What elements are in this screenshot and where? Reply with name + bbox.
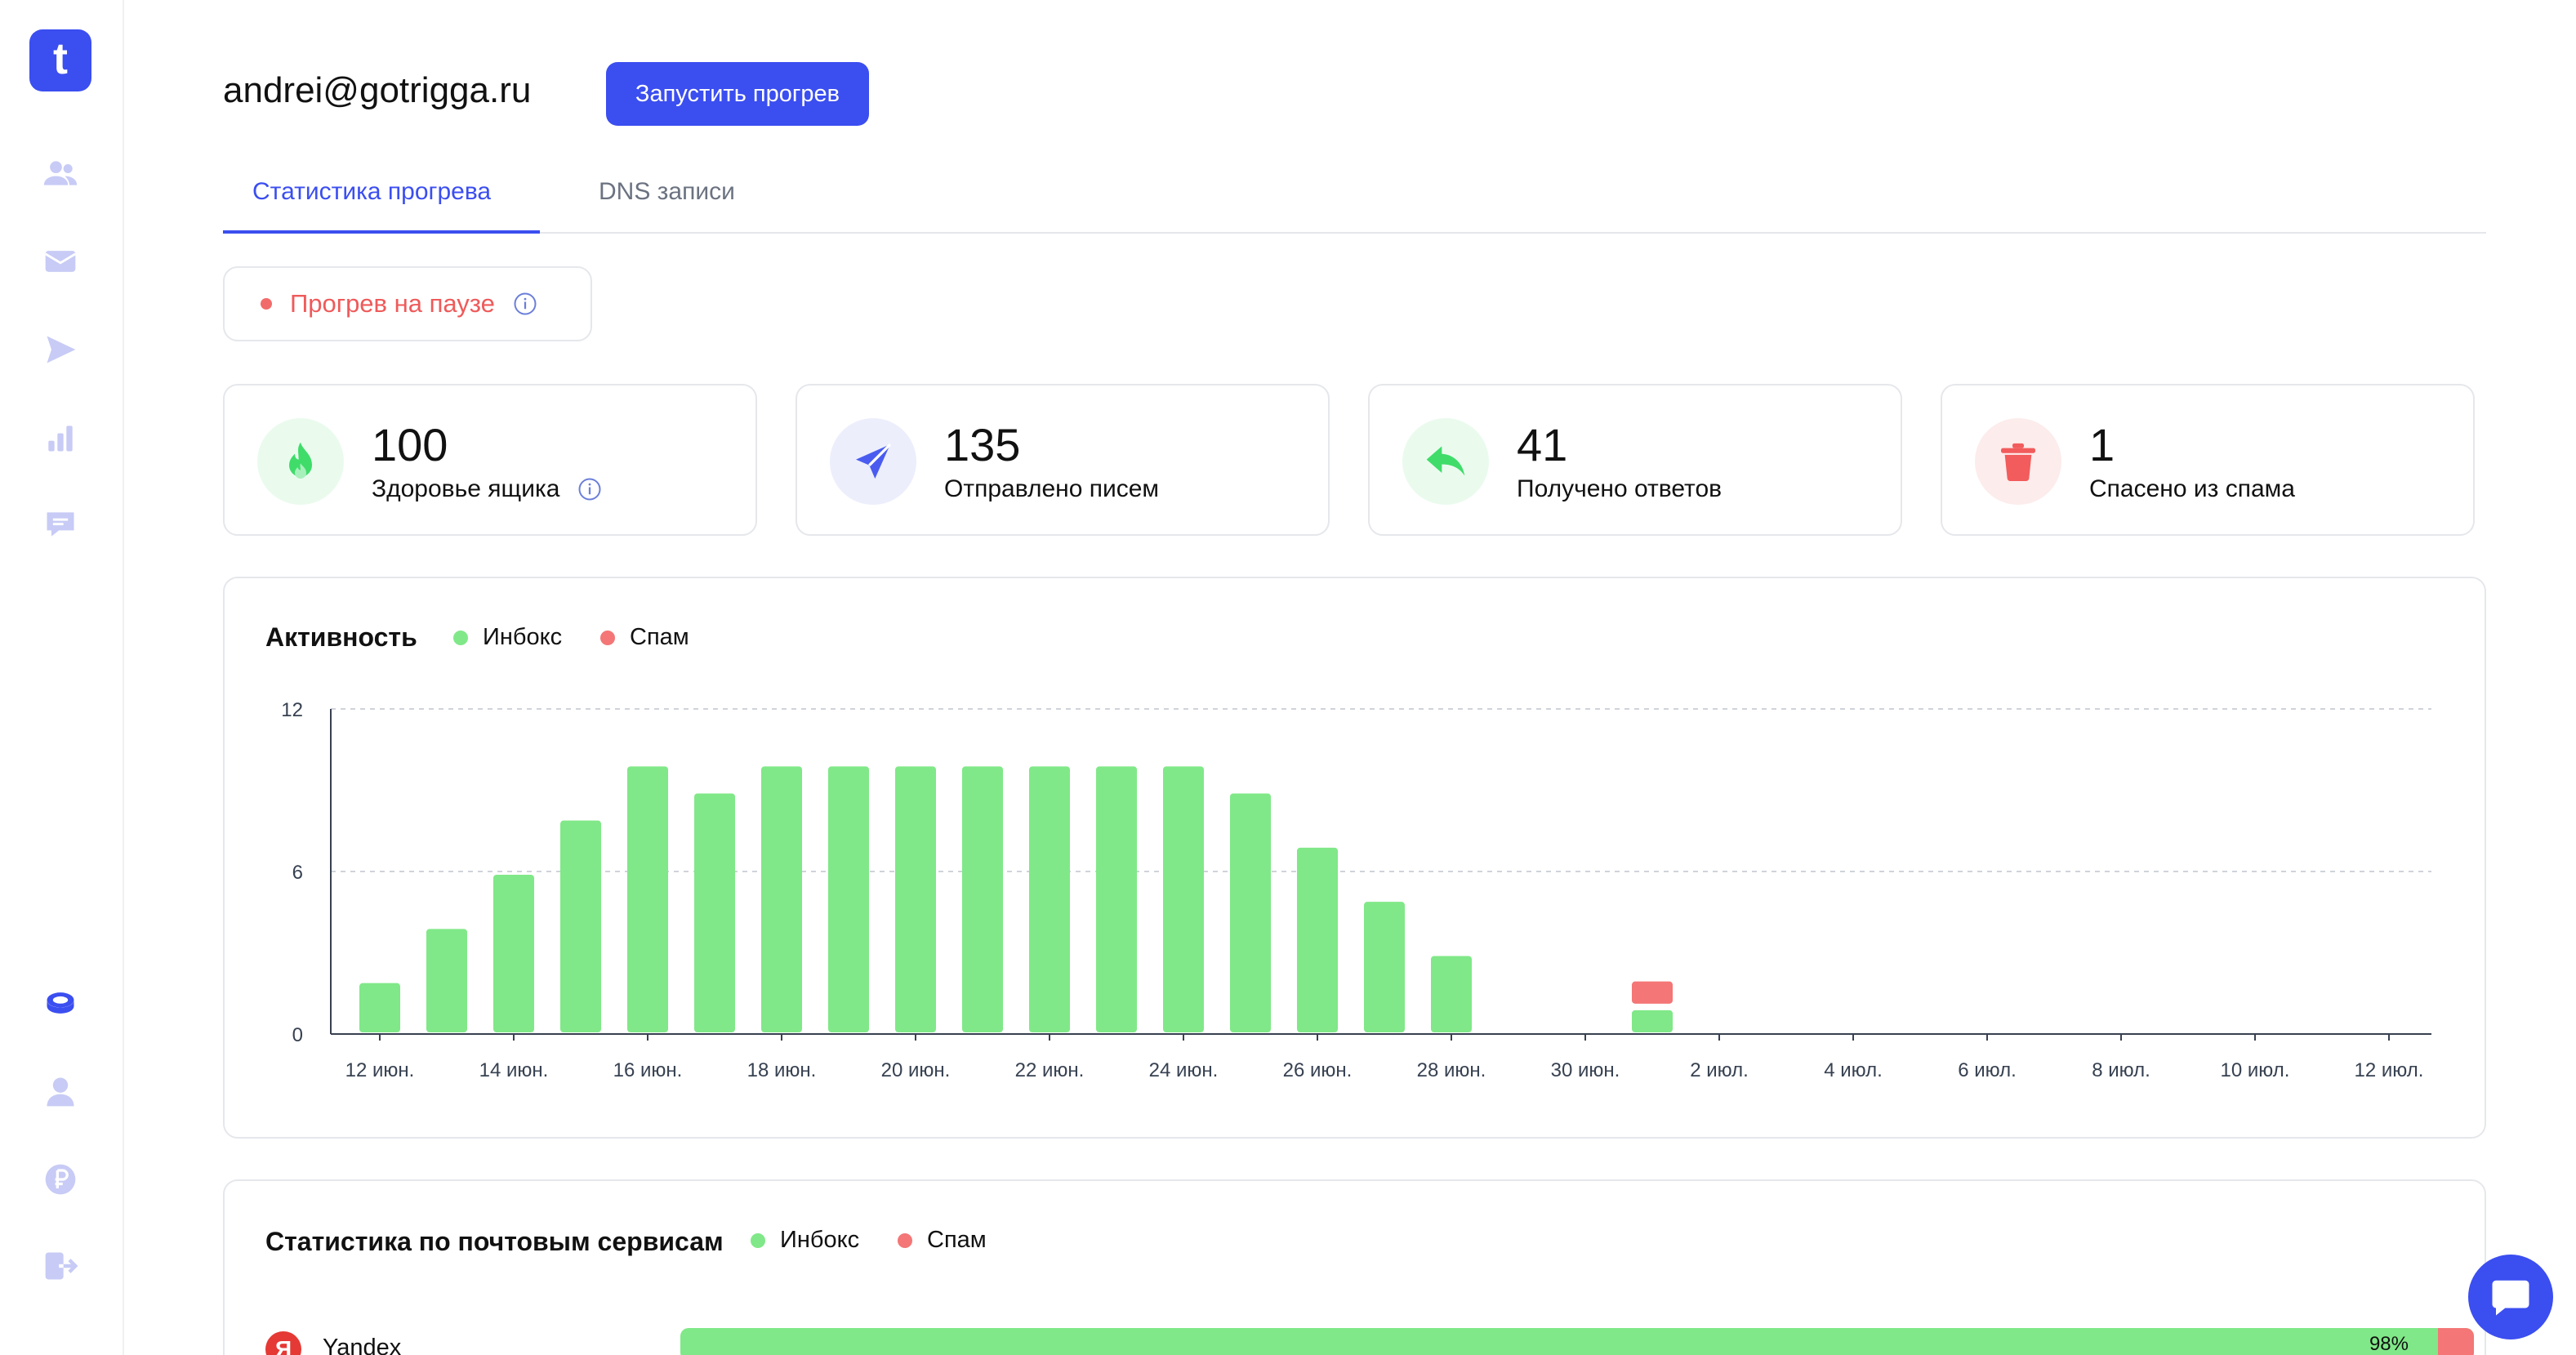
stat-value: 1 — [2089, 419, 2115, 470]
stat-label-wrap: Здоровье ящика — [372, 475, 602, 503]
stat-card-spam-saved: 1 Спасено из спама — [1941, 384, 2475, 536]
active-tab-indicator — [223, 230, 540, 234]
logo-letter: t — [53, 34, 68, 83]
x-tick-label: 14 июн. — [479, 1059, 549, 1081]
provider-name: Yandex — [323, 1335, 402, 1355]
mail-icon[interactable] — [39, 240, 82, 283]
y-tick-label: 6 — [292, 862, 303, 884]
legend-spam: Спам — [898, 1227, 987, 1254]
bar-inbox — [1029, 766, 1070, 1032]
chat-icon[interactable] — [39, 503, 82, 546]
provider-spam-bar — [2438, 1328, 2474, 1355]
providers-panel: Статистика по почтовым сервисам Инбокс С… — [223, 1179, 2486, 1355]
activity-panel: Активность Инбокс Спам 0 6 12 12 июн. 14 июн… — [223, 577, 2486, 1139]
bar-inbox — [560, 820, 601, 1032]
stat-label: Отправлено писем — [944, 475, 1160, 502]
bar-inbox — [493, 875, 534, 1032]
x-tick-label: 12 июл. — [2355, 1059, 2424, 1081]
legend-inbox: Инбокс — [751, 1227, 859, 1254]
provider-row: Я Yandex 98% — [265, 1328, 2474, 1355]
x-tick-label: 20 июн. — [881, 1059, 951, 1081]
bar-spam — [1632, 981, 1673, 1004]
tab-bar: Статистика прогрева DNS записи — [223, 163, 2486, 234]
bar-inbox — [627, 766, 668, 1032]
mailbox-email: andrei@gotrigga.ru — [223, 70, 532, 110]
legend-dot-inbox — [751, 1232, 765, 1248]
provider-percent: 98% — [2369, 1333, 2409, 1355]
x-tick-label: 2 июл. — [1690, 1059, 1749, 1081]
legend-dot-spam — [898, 1232, 912, 1248]
start-warmup-button[interactable]: Запустить прогрев — [606, 62, 869, 126]
legend-label-inbox: Инбокс — [780, 1227, 860, 1253]
user-icon[interactable] — [39, 1070, 82, 1112]
ruble-icon[interactable] — [39, 1158, 82, 1201]
x-tick-label: 22 июн. — [1015, 1059, 1085, 1081]
stat-card-health: 100 Здоровье ящика — [223, 384, 757, 536]
bar-inbox — [1364, 902, 1405, 1032]
status-dot — [261, 298, 272, 310]
users-icon[interactable] — [39, 152, 82, 194]
bar-inbox — [1230, 793, 1271, 1032]
bar-inbox — [1096, 766, 1137, 1032]
x-tick-label: 18 июн. — [747, 1059, 817, 1081]
stat-value: 135 — [944, 419, 1021, 470]
warmup-status-badge: Прогрев на паузе — [223, 266, 592, 341]
status-text: Прогрев на паузе — [290, 289, 495, 318]
stat-value: 100 — [372, 419, 448, 470]
stat-value: 41 — [1517, 419, 1568, 470]
info-icon[interactable] — [513, 292, 537, 316]
send-icon — [830, 418, 916, 505]
x-tick-label: 16 июн. — [613, 1059, 683, 1081]
reply-icon — [1402, 418, 1489, 505]
bar-inbox — [962, 766, 1003, 1032]
info-icon[interactable] — [577, 477, 602, 501]
bar-inbox — [694, 793, 735, 1032]
x-tick-label: 8 июл. — [2092, 1059, 2150, 1081]
logout-icon[interactable] — [39, 1245, 82, 1287]
provider-inbox-bar: 98% — [680, 1328, 2474, 1355]
tab-warmup-stats[interactable]: Статистика прогрева — [252, 178, 491, 206]
send-icon[interactable] — [39, 328, 82, 371]
stat-label: Получено ответов — [1517, 475, 1723, 502]
bar-inbox — [1297, 847, 1338, 1032]
x-tick-label: 12 июн. — [345, 1059, 415, 1081]
bar-chart-icon[interactable] — [39, 417, 82, 459]
x-tick-label: 24 июн. — [1149, 1059, 1219, 1081]
x-tick-label: 28 июн. — [1417, 1059, 1486, 1081]
app-logo[interactable]: t — [29, 29, 91, 91]
bar-inbox — [828, 766, 869, 1032]
providers-title: Статистика по почтовым сервисам — [265, 1227, 724, 1256]
activity-chart: 0 6 12 12 июн. 14 июн. 16 июн. 18 июн. 20 июн. 2… — [281, 699, 2431, 1081]
legend-label-spam: Спам — [927, 1227, 987, 1253]
bar-inbox — [1632, 1010, 1673, 1032]
stat-card-sent: 135 Отправлено писем — [796, 384, 1330, 536]
yandex-icon: Я — [265, 1331, 301, 1355]
y-tick-label: 12 — [281, 699, 303, 721]
trash-icon — [1975, 418, 2061, 505]
x-tick-label: 6 июл. — [1958, 1059, 2017, 1081]
y-tick-label: 0 — [292, 1024, 303, 1046]
stat-label: Здоровье ящика — [372, 475, 560, 502]
bar-inbox — [1431, 956, 1472, 1032]
x-tick-label: 30 июн. — [1551, 1059, 1620, 1081]
tab-dns-records[interactable]: DNS записи — [599, 178, 735, 206]
bar-inbox — [1163, 766, 1204, 1032]
bar-inbox — [359, 983, 400, 1032]
x-tick-label: 10 июл. — [2221, 1059, 2290, 1081]
sidebar: t — [0, 0, 124, 1355]
support-chat-button[interactable] — [2468, 1255, 2553, 1339]
bar-inbox — [895, 766, 936, 1032]
x-tick-label: 26 июн. — [1283, 1059, 1353, 1081]
fire-icon — [257, 418, 344, 505]
bar-inbox — [426, 929, 467, 1032]
stat-label: Спасено из спама — [2089, 475, 2295, 502]
bar-inbox — [761, 766, 802, 1032]
coins-icon[interactable] — [39, 982, 82, 1024]
x-tick-label: 4 июл. — [1824, 1059, 1883, 1081]
stat-card-replies: 41 Получено ответов — [1368, 384, 1902, 536]
chat-bubble-icon — [2492, 1280, 2529, 1316]
